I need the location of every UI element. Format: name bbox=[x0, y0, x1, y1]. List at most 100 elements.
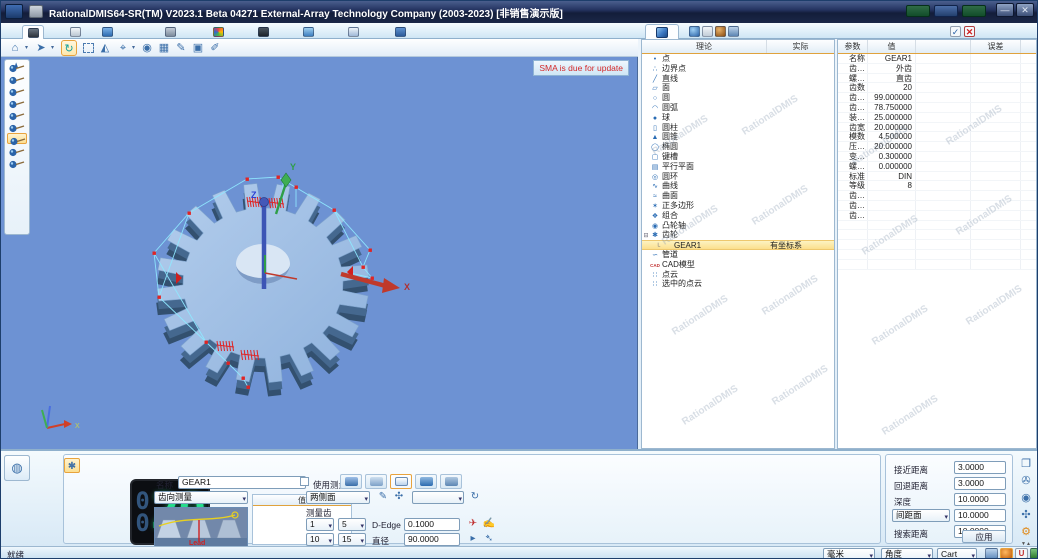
tab-monitor[interactable] bbox=[390, 25, 412, 39]
home-caret-icon[interactable]: ▾ bbox=[25, 44, 28, 51]
props-row[interactable] bbox=[838, 249, 1036, 260]
tooth-select-4[interactable]: 15 ▾ bbox=[338, 533, 366, 546]
probe-mode-8-icon[interactable] bbox=[7, 145, 27, 157]
pointer-caret-icon[interactable]: ▾ bbox=[51, 44, 54, 51]
props-row[interactable]: 变… 0.300000 bbox=[838, 151, 1036, 162]
probe-move-icon[interactable]: ✣ bbox=[1017, 507, 1035, 523]
view-tab-3[interactable] bbox=[390, 474, 412, 489]
palette-icon[interactable]: ▦ bbox=[156, 40, 172, 56]
probe-mode-2-icon[interactable] bbox=[7, 73, 27, 85]
pointer-icon[interactable]: ➤ bbox=[33, 40, 49, 56]
tree-item[interactable]: • 点 bbox=[642, 54, 834, 64]
viewport-3d[interactable]: X Y Z X ➤ SMA is due for update bbox=[1, 57, 638, 449]
props-row[interactable]: 齿… 99.000000 bbox=[838, 93, 1036, 103]
props-row[interactable]: 齿… bbox=[838, 210, 1036, 221]
props-row[interactable] bbox=[838, 259, 1036, 270]
props-row[interactable]: 模数 4.500000 bbox=[838, 132, 1036, 143]
cycle-icon[interactable]: ↻ bbox=[468, 491, 482, 502]
tree-item[interactable]: ▯ 圆柱 bbox=[642, 123, 834, 133]
props-row[interactable]: 标准 DIN bbox=[838, 171, 1036, 182]
model-view-icon[interactable]: ◭ bbox=[97, 40, 113, 56]
props-row[interactable]: 齿数 20 bbox=[838, 83, 1036, 94]
probe-y-icon[interactable]: ✣ bbox=[392, 491, 406, 502]
tool-pot-button[interactable]: ◍ bbox=[4, 455, 30, 481]
flank-select[interactable]: 两侧面 ▾ bbox=[306, 491, 370, 504]
controller-icon[interactable] bbox=[962, 5, 986, 17]
probe-mode-7-icon[interactable] bbox=[7, 133, 27, 146]
tooth-select-1[interactable]: 1 ▾ bbox=[306, 518, 334, 531]
sphere-view-icon[interactable] bbox=[689, 26, 700, 37]
tab-clock[interactable] bbox=[343, 25, 365, 39]
zoom-icon[interactable]: ◉ bbox=[1017, 490, 1035, 506]
probe-mode-1-icon[interactable] bbox=[7, 61, 27, 73]
diameter-input[interactable]: 90.0000 bbox=[404, 533, 460, 546]
pipe-shape-icon[interactable]: ∽ bbox=[64, 458, 80, 473]
depth-input[interactable]: 10.0000 bbox=[954, 493, 1006, 506]
tab-globe[interactable] bbox=[298, 25, 320, 39]
tree-item[interactable]: ◎ 圆环 bbox=[642, 172, 834, 182]
tree-item[interactable]: CAD CAD模型 bbox=[642, 260, 834, 270]
machine-connect-icon[interactable] bbox=[906, 5, 930, 17]
view-tab-5[interactable] bbox=[440, 474, 462, 489]
probe-mode-6-icon[interactable] bbox=[7, 121, 27, 133]
play-icon[interactable]: ▸ bbox=[466, 533, 480, 544]
edit-pad-icon[interactable]: ✍ bbox=[482, 518, 496, 529]
clearance-plane-select[interactable]: 间距面 ▾ bbox=[892, 509, 950, 522]
unit-select[interactable]: 毫米 ▾ bbox=[823, 548, 875, 558]
tree-item[interactable]: ● 球 bbox=[642, 113, 834, 123]
tab-table[interactable] bbox=[97, 25, 119, 39]
approach-input[interactable]: 3.0000 bbox=[954, 461, 1006, 474]
tab-machine[interactable] bbox=[22, 25, 44, 39]
probe-mode-9-icon[interactable] bbox=[7, 157, 27, 169]
props-row[interactable]: 齿… bbox=[838, 200, 1036, 211]
props-row[interactable] bbox=[838, 230, 1036, 241]
tooth-select-2[interactable]: 5 ▾ bbox=[338, 518, 366, 531]
tab-features-panel[interactable] bbox=[645, 24, 679, 39]
tree-item[interactable]: ∷ 选中的点云 bbox=[642, 279, 834, 289]
tree-item[interactable]: ∿ 曲线 bbox=[642, 181, 834, 191]
probe-path-icon[interactable]: ✇ bbox=[1017, 473, 1035, 489]
tab-mouse[interactable] bbox=[160, 25, 182, 39]
angle-select[interactable]: 角度 ▾ bbox=[881, 548, 933, 558]
tree-item[interactable]: ▲ 圆锥 bbox=[642, 132, 834, 142]
strategy-select[interactable]: ▾ bbox=[412, 491, 464, 504]
tooth-select-3[interactable]: 10 ▾ bbox=[306, 533, 334, 546]
view-tab-2[interactable] bbox=[365, 474, 387, 489]
probe-view-icon[interactable] bbox=[702, 26, 713, 37]
view-tab-1[interactable] bbox=[340, 474, 362, 489]
box-icon[interactable]: ▣ bbox=[190, 40, 206, 56]
name-input[interactable]: GEAR1 bbox=[178, 476, 306, 489]
paint-icon[interactable]: ✐ bbox=[207, 40, 223, 56]
close-panel-icon[interactable]: ✕ bbox=[964, 26, 975, 37]
joystick-status-icon[interactable] bbox=[1000, 548, 1013, 558]
view-tab-4[interactable] bbox=[415, 474, 437, 489]
check-option-icon[interactable]: ✓ bbox=[950, 26, 961, 37]
eye-icon[interactable]: ◉ bbox=[139, 40, 155, 56]
coordinate-status-icon[interactable] bbox=[985, 548, 998, 558]
tree-item[interactable]: └ GEAR1 有坐标系 bbox=[642, 240, 834, 250]
use-points-checkbox[interactable] bbox=[300, 477, 309, 486]
tree-item[interactable]: ◯ 椭圆 bbox=[642, 142, 834, 152]
alignment-icon[interactable]: ⌖ bbox=[115, 40, 131, 56]
d-edge-input[interactable]: 0.1000 bbox=[404, 518, 460, 531]
retract-input[interactable]: 3.0000 bbox=[954, 477, 1006, 490]
probe-point-icon[interactable]: ✈ bbox=[466, 518, 480, 529]
props-row[interactable]: 螺… 0.000000 bbox=[838, 161, 1036, 172]
ball-view-icon[interactable] bbox=[715, 26, 726, 37]
props-row[interactable] bbox=[838, 220, 1036, 231]
tab-colors[interactable] bbox=[208, 25, 230, 39]
marquee-select-icon[interactable] bbox=[83, 43, 94, 53]
tree-item[interactable]: ✶ 正多边形 bbox=[642, 201, 834, 211]
probe-t-icon[interactable]: ✎ bbox=[376, 491, 390, 502]
tree-item[interactable]: ▤ 平行平面 bbox=[642, 162, 834, 172]
settings-gear-icon[interactable]: ⚙ bbox=[1017, 524, 1035, 540]
tree-item[interactable]: ╱ 直线 bbox=[642, 74, 834, 84]
clearance-input[interactable]: 10.0000 bbox=[954, 509, 1006, 522]
machine-status-icon[interactable] bbox=[1030, 548, 1037, 558]
refresh-view-icon[interactable]: ↻ bbox=[61, 40, 77, 56]
tree-item[interactable]: ○ 圆 bbox=[642, 93, 834, 103]
tool-status-icon[interactable]: U bbox=[1015, 548, 1028, 558]
props-row[interactable]: 等级 8 bbox=[838, 181, 1036, 192]
props-row[interactable] bbox=[838, 240, 1036, 250]
props-row[interactable]: 齿宽 20.000000 bbox=[838, 122, 1036, 133]
